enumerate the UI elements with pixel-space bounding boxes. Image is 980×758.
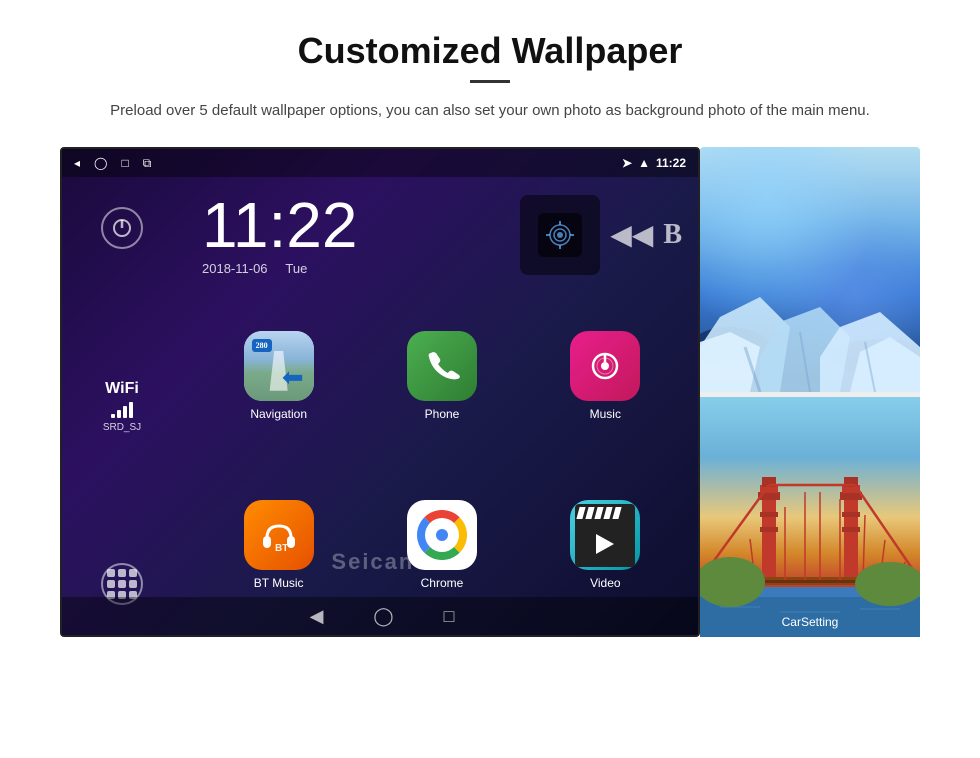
- media-widget[interactable]: [520, 195, 600, 275]
- clock-time: 11:22: [202, 193, 500, 257]
- status-bar-left: ◂ ◯ □ ⧉: [74, 156, 151, 171]
- nav-arrow-icon: ⬅: [282, 363, 304, 393]
- svg-text:BT: BT: [275, 543, 288, 554]
- clock-icons: ◀◀ B: [520, 195, 682, 275]
- clock-area: 11:22 2018-11-06 Tue: [182, 177, 700, 286]
- panel-bottom-wallpaper[interactable]: CarSetting: [700, 397, 920, 637]
- page-title: Customized Wallpaper: [60, 30, 920, 72]
- status-time: 11:22: [656, 156, 686, 170]
- wifi-bar-4: [129, 402, 133, 418]
- clapper-top: [575, 504, 635, 522]
- bt-music-label: BT Music: [254, 576, 304, 590]
- screen-outer: ◂ ◯ □ ⧉ ➤ ▲ 11:22: [60, 147, 920, 637]
- power-button[interactable]: [101, 207, 143, 249]
- clock-block: 11:22 2018-11-06 Tue: [202, 193, 500, 276]
- play-triangle-icon: [596, 534, 614, 554]
- headphone-bt-svg: BT: [258, 514, 300, 556]
- panel-top-wallpaper[interactable]: [700, 147, 920, 392]
- navigation-icon: 280 ⬅: [244, 331, 314, 401]
- title-divider: [470, 80, 510, 83]
- phone-svg: [423, 347, 461, 385]
- nav-badge: 280: [252, 339, 272, 352]
- wifi-ssid: SRD_SJ: [103, 422, 141, 433]
- status-bar-right: ➤ ▲ 11:22: [622, 156, 686, 170]
- wifi-bar-1: [111, 414, 115, 418]
- signal-icon: ▲: [638, 156, 650, 170]
- wifi-bar-2: [117, 410, 121, 418]
- main-area: 11:22 2018-11-06 Tue: [182, 177, 700, 635]
- left-sidebar: WiFi SRD_SJ: [62, 177, 182, 635]
- bt-music-icon: BT: [244, 500, 314, 570]
- right-panels: CarSetting: [700, 147, 920, 637]
- navigation-label: Navigation: [250, 407, 307, 421]
- phone-icon: [407, 331, 477, 401]
- bluetooth-icon[interactable]: B: [663, 219, 682, 251]
- bottom-navigation-bar: ◀ ◯ □: [62, 597, 700, 635]
- back-arrow-icon[interactable]: ◂: [74, 156, 80, 171]
- radio-icon: [538, 213, 582, 257]
- wifi-label: WiFi: [103, 380, 141, 398]
- back-nav-button[interactable]: ◀: [310, 606, 324, 627]
- power-icon: [112, 218, 132, 238]
- wifi-bars: [103, 402, 141, 418]
- app-music[interactable]: Music: [529, 296, 682, 456]
- prev-track-icon[interactable]: ◀◀: [610, 218, 653, 252]
- carsetting-label: CarSetting: [700, 615, 920, 629]
- app-navigation[interactable]: 280 ⬅ Navigation: [202, 296, 355, 456]
- music-svg: [585, 346, 625, 386]
- recents-nav-button[interactable]: □: [444, 606, 455, 627]
- panel-glacier-bg: [700, 147, 920, 392]
- bridge-svg: [700, 397, 920, 637]
- music-icon: [570, 331, 640, 401]
- wifi-bar-3: [123, 406, 127, 418]
- screenshot-icon[interactable]: ⧉: [143, 156, 152, 171]
- status-bar: ◂ ◯ □ ⧉ ➤ ▲ 11:22: [62, 149, 698, 177]
- apps-grid-icon: [107, 569, 137, 599]
- video-label: Video: [590, 576, 620, 590]
- video-icon: [570, 500, 640, 570]
- android-screen: ◂ ◯ □ ⧉ ➤ ▲ 11:22: [60, 147, 700, 637]
- page-subtitle: Preload over 5 default wallpaper options…: [100, 99, 880, 123]
- wifi-info: WiFi SRD_SJ: [103, 380, 141, 433]
- watermark: Seicane: [331, 549, 428, 575]
- panel-bridge-bg: [700, 397, 920, 637]
- app-phone[interactable]: Phone: [365, 296, 518, 456]
- page-wrapper: Customized Wallpaper Preload over 5 defa…: [0, 0, 980, 657]
- phone-label: Phone: [425, 407, 460, 421]
- music-label: Music: [590, 407, 621, 421]
- home-circle-icon[interactable]: ◯: [94, 156, 107, 171]
- app-grid: 280 ⬅ Navigation Phone: [182, 286, 700, 635]
- clock-date: 2018-11-06 Tue: [202, 261, 500, 276]
- clapper-bottom: [575, 522, 635, 567]
- chrome-label: Chrome: [421, 576, 464, 590]
- recents-square-icon[interactable]: □: [121, 156, 128, 171]
- home-nav-button[interactable]: ◯: [373, 606, 393, 627]
- location-icon: ➤: [622, 156, 632, 170]
